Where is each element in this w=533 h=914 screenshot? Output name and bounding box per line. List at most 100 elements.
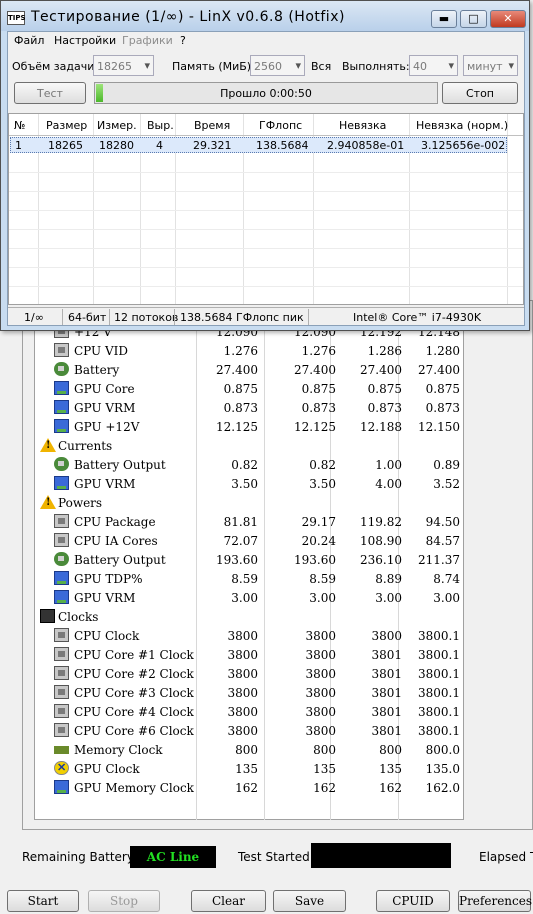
col-residual[interactable]: Невязка <box>339 119 386 132</box>
save-button[interactable]: Save <box>273 890 346 912</box>
memory-icon <box>54 746 69 754</box>
sensor-value: 3800 <box>227 667 258 681</box>
sensor-row[interactable]: Battery Output 193.60 193.60 236.10 211.37 <box>38 550 463 569</box>
battery-icon <box>54 457 69 471</box>
params-bar: Объём задачи: 18265 Память (МиБ): 2560 В… <box>8 54 524 78</box>
sensor-value: 0.873 <box>367 401 402 415</box>
col-size[interactable]: Размер <box>46 119 87 132</box>
sensor-value: 27.400 <box>418 363 460 377</box>
title-bar[interactable]: TIPS Тестирование (1/∞) - LinX v0.6.8 (H… <box>1 1 529 31</box>
sensor-value: 3.00 <box>231 591 258 605</box>
sensor-value: 3801 <box>371 724 402 738</box>
sensor-label: GPU Memory Clock <box>74 781 194 795</box>
close-icon[interactable]: ✕ <box>490 10 526 28</box>
sensor-row[interactable]: GPU VRM 3.00 3.00 3.00 3.00 <box>38 588 463 607</box>
sensor-row[interactable]: CPU Core #1 Clock 3800 3800 3801 3800.1 <box>38 645 463 664</box>
sensor-label: Battery Output <box>74 458 166 472</box>
sensor-value: 108.90 <box>360 534 402 548</box>
run-duration-combo[interactable]: 40 <box>409 55 458 76</box>
clear-button[interactable]: Clear <box>191 890 266 912</box>
col-dim[interactable]: Измер. <box>97 119 137 132</box>
sensor-row[interactable]: CPU Clock 3800 3800 3800 3800.1 <box>38 626 463 645</box>
sensor-row[interactable]: CPU Core #3 Clock 3800 3800 3801 3800.1 <box>38 683 463 702</box>
sensor-row[interactable]: GPU VRM 3.50 3.50 4.00 3.52 <box>38 474 463 493</box>
table-row[interactable]: 1 18265 18280 4 29.321 138.5684 2.940858… <box>10 137 507 153</box>
remaining-battery-value: AC Line <box>130 846 216 868</box>
sensor-label: CPU Core #2 Clock <box>74 667 194 681</box>
sensor-value: 0.873 <box>223 401 258 415</box>
minimize-icon[interactable]: ▬ <box>431 10 457 28</box>
problem-size-combo[interactable]: 18265 <box>93 55 154 76</box>
stop-test-button[interactable]: Стоп <box>442 82 518 104</box>
sensor-label: CPU Package <box>74 515 156 529</box>
monitor-icon <box>54 381 69 395</box>
sensor-value: 3800 <box>227 705 258 719</box>
sensor-value: 8.89 <box>375 572 402 586</box>
menu-graphs[interactable]: Графики <box>122 34 173 47</box>
sensor-row[interactable]: Memory Clock 800 800 800 800.0 <box>38 740 463 759</box>
chip-icon <box>54 514 69 528</box>
sensor-value: 162 <box>313 781 336 795</box>
sensor-value: 3800 <box>305 648 336 662</box>
sensor-label: Powers <box>58 496 103 510</box>
progress-text: Прошло 0:00:50 <box>220 87 312 100</box>
preferences-button[interactable]: Preferences <box>458 890 532 912</box>
sensor-value: 3.52 <box>433 477 460 491</box>
sensor-label: CPU Core #6 Clock <box>74 724 194 738</box>
sensor-value: 0.875 <box>301 382 336 396</box>
test-button[interactable]: Тест <box>14 82 86 104</box>
col-residual-norm[interactable]: Невязка (норм.) <box>416 119 508 132</box>
sensor-row[interactable]: GPU Memory Clock 162 162 162 162.0 <box>38 778 463 797</box>
test-started-value <box>311 843 451 868</box>
memory-combo[interactable]: 2560 <box>250 55 305 76</box>
sensor-row[interactable]: GPU TDP% 8.59 8.59 8.89 8.74 <box>38 569 463 588</box>
sensor-category[interactable]: Clocks <box>38 607 463 626</box>
start-button[interactable]: Start <box>7 890 79 912</box>
sensor-label: CPU Core #3 Clock <box>74 686 194 700</box>
stop-button[interactable]: Stop <box>88 890 160 912</box>
col-gflops[interactable]: ГФлопс <box>259 119 302 132</box>
clock-chip-icon <box>40 609 55 623</box>
sensor-row[interactable]: CPU VID 1.276 1.276 1.286 1.280 <box>38 341 463 360</box>
sensor-label: CPU Core #1 Clock <box>74 648 194 662</box>
menu-settings[interactable]: Настройки <box>54 34 116 47</box>
chip-icon <box>54 628 69 642</box>
maximize-icon[interactable]: □ <box>460 10 487 28</box>
sensor-row[interactable]: CPU IA Cores 72.07 20.24 108.90 84.57 <box>38 531 463 550</box>
col-number[interactable]: № <box>14 119 25 132</box>
sensor-category[interactable]: Powers <box>38 493 463 512</box>
cell-residual: 2.940858e-01 <box>327 139 405 152</box>
sensor-row[interactable]: Battery Output 0.82 0.82 1.00 0.89 <box>38 455 463 474</box>
sensor-row[interactable]: CPU Package 81.81 29.17 119.82 94.50 <box>38 512 463 531</box>
sensor-row[interactable]: GPU Clock 135 135 135 135.0 <box>38 759 463 778</box>
status-iterations: 1/∞ <box>24 311 44 324</box>
linx-client: Файл Настройки Графики ? Объём задачи: 1… <box>7 31 525 326</box>
run-unit-combo[interactable]: минут <box>463 55 518 76</box>
sensor-value: 135 <box>235 762 258 776</box>
menu-file[interactable]: Файл <box>14 34 44 47</box>
progress-fill <box>96 84 103 102</box>
sensor-value: 8.59 <box>231 572 258 586</box>
sensor-value: 3800 <box>305 667 336 681</box>
sensor-row[interactable]: CPU Core #2 Clock 3800 3800 3801 3800.1 <box>38 664 463 683</box>
sensor-row[interactable]: GPU Core 0.875 0.875 0.875 0.875 <box>38 379 463 398</box>
sensor-row[interactable]: GPU VRM 0.873 0.873 0.873 0.873 <box>38 398 463 417</box>
sensor-value: 29.17 <box>301 515 336 529</box>
sensor-row[interactable]: GPU +12V 12.125 12.125 12.188 12.150 <box>38 417 463 436</box>
footer-bar: Remaining Battery: AC Line Test Started:… <box>22 843 533 871</box>
sensor-label: Memory Clock <box>74 743 163 757</box>
chip-icon <box>54 343 69 357</box>
sensor-value: 3800 <box>305 629 336 643</box>
col-align[interactable]: Выр. <box>147 119 174 132</box>
sensor-value: 3801 <box>371 667 402 681</box>
sensor-category[interactable]: Currents <box>38 436 463 455</box>
col-time[interactable]: Время <box>194 119 230 132</box>
sensor-row[interactable]: CPU Core #4 Clock 3800 3800 3801 3800.1 <box>38 702 463 721</box>
sensor-row[interactable]: Battery 27.400 27.400 27.400 27.400 <box>38 360 463 379</box>
elapsed-label: Elapsed Ti <box>479 850 533 864</box>
sensor-row[interactable]: CPU Core #6 Clock 3800 3800 3801 3800.1 <box>38 721 463 740</box>
menu-help[interactable]: ? <box>180 34 186 47</box>
sensor-value: 119.82 <box>360 515 402 529</box>
cpuid-button[interactable]: CPUID <box>376 890 450 912</box>
cell-size: 18265 <box>48 139 83 152</box>
